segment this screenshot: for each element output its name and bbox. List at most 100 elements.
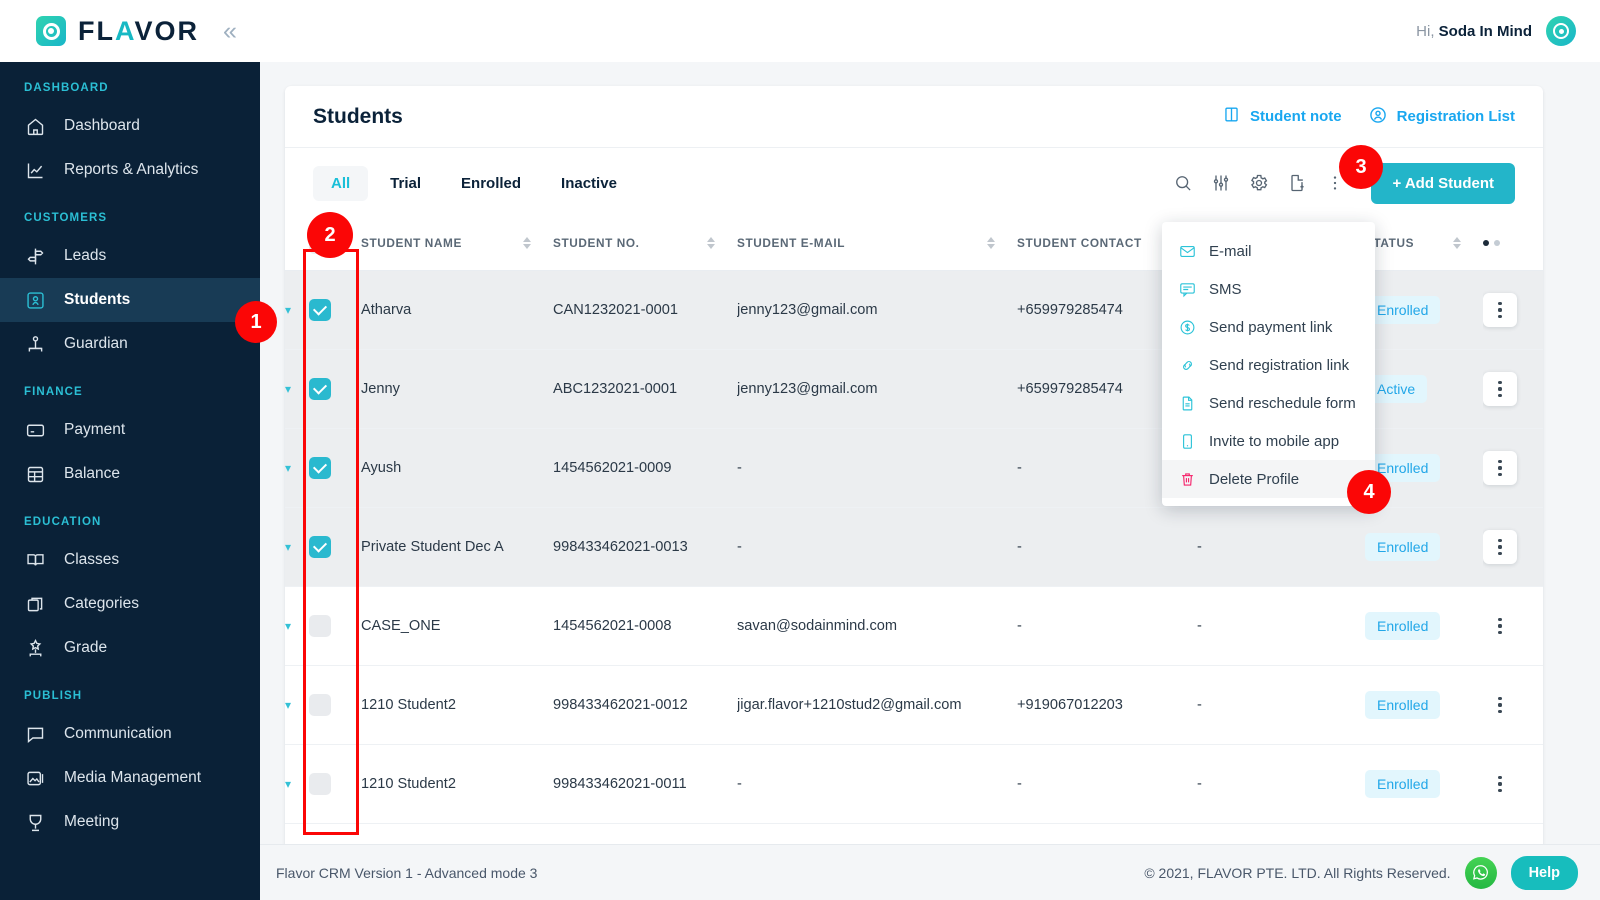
th-student-name[interactable]: STUDENT NAME bbox=[361, 218, 553, 271]
column-options-icon[interactable] bbox=[1483, 240, 1543, 246]
table-row[interactable]: ▾ Private Student Dec A 998433462021-001… bbox=[285, 507, 1543, 587]
menu-item-delete-profile[interactable]: Delete Profile bbox=[1162, 460, 1375, 498]
tab-enrolled[interactable]: Enrolled bbox=[443, 166, 539, 201]
menu-item-send-payment-link[interactable]: Send payment link bbox=[1162, 308, 1375, 346]
sort-icon[interactable] bbox=[987, 237, 995, 249]
filter-sliders-icon[interactable] bbox=[1211, 173, 1231, 193]
row-expand-cell[interactable]: ▾ bbox=[285, 586, 309, 666]
sidebar-collapse-icon[interactable]: « bbox=[223, 18, 237, 44]
cell-guardian: - bbox=[1197, 665, 1365, 745]
row-expand-cell[interactable]: ▾ bbox=[285, 744, 309, 824]
sidebar-item-leads[interactable]: Leads bbox=[0, 234, 260, 278]
row-actions-icon[interactable] bbox=[1483, 451, 1517, 485]
chevron-down-icon[interactable]: ▾ bbox=[285, 303, 291, 317]
row-select-cell[interactable] bbox=[309, 665, 361, 745]
sidebar-item-balance[interactable]: Balance bbox=[0, 452, 260, 496]
sidebar-item-grade[interactable]: Grade bbox=[0, 626, 260, 670]
cell-actions[interactable] bbox=[1483, 665, 1543, 745]
cell-actions[interactable] bbox=[1483, 744, 1543, 824]
row-select-cell[interactable] bbox=[309, 586, 361, 666]
th-student-email[interactable]: STUDENT E-MAIL bbox=[737, 218, 1017, 271]
menu-item-sms[interactable]: SMS bbox=[1162, 270, 1375, 308]
chevron-down-icon[interactable]: ▾ bbox=[285, 540, 291, 554]
tab-all[interactable]: All bbox=[313, 165, 369, 201]
row-select-cell[interactable] bbox=[309, 507, 361, 587]
search-icon[interactable] bbox=[1173, 173, 1193, 193]
table-row[interactable]: ▾ 1210 Student2 998433462021-0012 jigar.… bbox=[285, 665, 1543, 745]
tab-inactive[interactable]: Inactive bbox=[543, 166, 635, 201]
row-checkbox[interactable] bbox=[309, 536, 331, 558]
cell-actions[interactable] bbox=[1483, 507, 1543, 587]
row-checkbox[interactable] bbox=[309, 457, 331, 479]
chevron-down-icon[interactable]: ▾ bbox=[285, 698, 291, 712]
sidebar-item-label: Grade bbox=[64, 639, 108, 656]
th-status[interactable]: STATUS bbox=[1365, 218, 1483, 271]
chevron-down-icon[interactable]: ▾ bbox=[285, 777, 291, 791]
sort-icon[interactable] bbox=[523, 237, 531, 249]
sidebar-item-communication[interactable]: Communication bbox=[0, 712, 260, 756]
row-expand-cell[interactable]: ▾ bbox=[285, 665, 309, 745]
student-note-label: Student note bbox=[1249, 108, 1342, 125]
row-expand-cell[interactable]: ▾ bbox=[285, 428, 309, 508]
row-checkbox[interactable] bbox=[309, 615, 331, 637]
cell-actions[interactable] bbox=[1483, 428, 1543, 508]
gear-icon[interactable] bbox=[1249, 173, 1269, 193]
row-actions-icon[interactable] bbox=[1483, 530, 1517, 564]
tab-trial[interactable]: Trial bbox=[372, 166, 439, 201]
add-student-button[interactable]: + Add Student bbox=[1371, 162, 1515, 204]
row-actions-icon[interactable] bbox=[1483, 609, 1517, 643]
menu-item-label: SMS bbox=[1209, 280, 1242, 298]
cell-student-no: 998433462021-0013 bbox=[553, 507, 737, 587]
footer: Flavor CRM Version 1 - Advanced mode 3 ©… bbox=[260, 844, 1600, 900]
sidebar-item-students[interactable]: Students bbox=[0, 278, 260, 322]
row-select-cell[interactable] bbox=[309, 349, 361, 429]
sidebar-item-categories[interactable]: Categories bbox=[0, 582, 260, 626]
sidebar-item-reports-analytics[interactable]: Reports & Analytics bbox=[0, 148, 260, 192]
row-actions-icon[interactable] bbox=[1483, 372, 1517, 406]
sort-icon[interactable] bbox=[707, 237, 715, 249]
row-expand-cell[interactable]: ▾ bbox=[285, 349, 309, 429]
row-checkbox[interactable] bbox=[309, 773, 331, 795]
sidebar-item-guardian[interactable]: Guardian bbox=[0, 322, 260, 366]
document-add-icon[interactable] bbox=[1287, 173, 1307, 193]
row-checkbox[interactable] bbox=[309, 378, 331, 400]
registration-list-button[interactable]: Registration List bbox=[1368, 105, 1515, 129]
row-expand-cell[interactable]: ▾ bbox=[285, 270, 309, 350]
row-select-cell[interactable] bbox=[309, 270, 361, 350]
table-row[interactable]: ▾ 1210 Student2 998433462021-0011 - - - … bbox=[285, 744, 1543, 824]
whatsapp-icon[interactable] bbox=[1464, 856, 1497, 889]
cell-status: Enrolled bbox=[1365, 744, 1483, 824]
cell-actions[interactable] bbox=[1483, 586, 1543, 666]
row-select-cell[interactable] bbox=[309, 428, 361, 508]
menu-item-send-reschedule-form[interactable]: Send reschedule form bbox=[1162, 384, 1375, 422]
menu-item-email[interactable]: E-mail bbox=[1162, 232, 1375, 270]
status-badge: Enrolled bbox=[1365, 770, 1441, 798]
sidebar-item-dashboard[interactable]: Dashboard bbox=[0, 104, 260, 148]
help-button[interactable]: Help bbox=[1510, 855, 1578, 890]
row-checkbox[interactable] bbox=[309, 299, 331, 321]
menu-item-label: Invite to mobile app bbox=[1209, 432, 1340, 450]
avatar[interactable] bbox=[1546, 16, 1576, 46]
chevron-down-icon[interactable]: ▾ bbox=[285, 619, 291, 633]
menu-item-send-registration-link[interactable]: Send registration link bbox=[1162, 346, 1375, 384]
sort-icon[interactable] bbox=[1453, 237, 1461, 249]
table-row[interactable]: ▾ CASE_ONE 1454562021-0008 savan@sodainm… bbox=[285, 586, 1543, 666]
row-checkbox[interactable] bbox=[309, 694, 331, 716]
sidebar-item-media-management[interactable]: Media Management bbox=[0, 756, 260, 800]
row-expand-cell[interactable]: ▾ bbox=[285, 507, 309, 587]
chevron-down-icon[interactable]: ▾ bbox=[285, 382, 291, 396]
cell-status: Enrolled bbox=[1365, 586, 1483, 666]
sidebar-item-meeting[interactable]: Meeting bbox=[0, 800, 260, 844]
sidebar-item-classes[interactable]: Classes bbox=[0, 538, 260, 582]
th-student-no[interactable]: STUDENT NO. bbox=[553, 218, 737, 271]
cell-actions[interactable] bbox=[1483, 349, 1543, 429]
chevron-down-icon[interactable]: ▾ bbox=[285, 461, 291, 475]
sidebar-item-payment[interactable]: Payment bbox=[0, 408, 260, 452]
row-actions-icon[interactable] bbox=[1483, 293, 1517, 327]
menu-item-invite-to-mobile-app[interactable]: Invite to mobile app bbox=[1162, 422, 1375, 460]
cell-actions[interactable] bbox=[1483, 270, 1543, 350]
row-actions-icon[interactable] bbox=[1483, 688, 1517, 722]
student-note-button[interactable]: Student note bbox=[1222, 105, 1342, 128]
row-select-cell[interactable] bbox=[309, 744, 361, 824]
row-actions-icon[interactable] bbox=[1483, 767, 1517, 801]
